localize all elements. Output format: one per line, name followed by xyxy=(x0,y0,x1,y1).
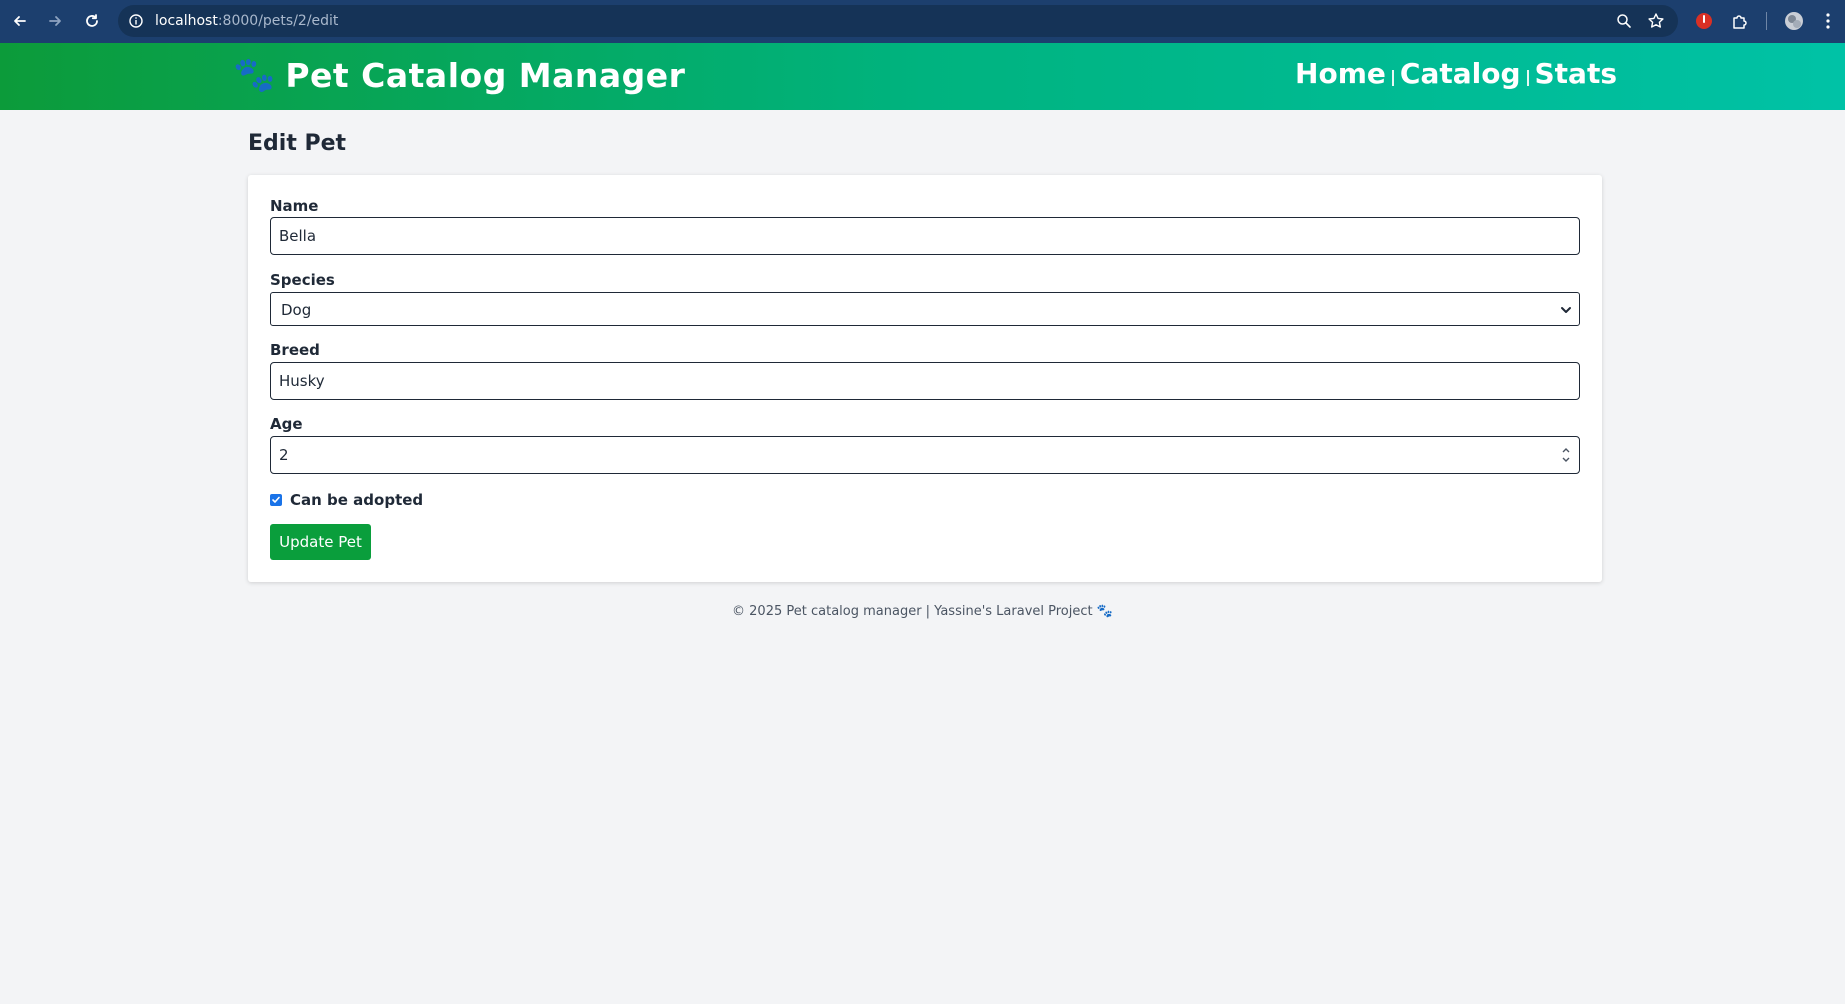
nav-divider xyxy=(1391,69,1394,86)
adoptable-label: Can be adopted xyxy=(290,491,424,509)
url-path: :8000/pets/2/edit xyxy=(217,13,339,29)
site-info-icon[interactable] xyxy=(128,13,144,29)
back-icon[interactable] xyxy=(8,9,32,33)
update-pet-button[interactable]: Update Pet xyxy=(270,524,371,560)
species-label: Species xyxy=(270,271,335,289)
toolbar-divider xyxy=(1766,12,1767,30)
adoptable-row: Can be adopted xyxy=(270,491,423,509)
extensions-puzzle-icon[interactable] xyxy=(1728,9,1752,33)
age-value: 2 xyxy=(279,446,289,464)
breed-label: Breed xyxy=(270,341,320,359)
brand[interactable]: 🐾 Pet Catalog Manager xyxy=(233,55,685,95)
nav-stats-link[interactable]: Stats xyxy=(1535,57,1618,90)
footer-text: © 2025 Pet catalog manager | Yassine's L… xyxy=(732,604,1093,619)
age-input[interactable]: 2 xyxy=(270,436,1580,474)
footer: © 2025 Pet catalog manager | Yassine's L… xyxy=(0,604,1845,619)
browser-menu-icon[interactable] xyxy=(1816,9,1840,33)
age-label: Age xyxy=(270,415,303,433)
adoptable-checkbox[interactable] xyxy=(270,494,282,506)
name-input[interactable] xyxy=(270,217,1580,255)
paw-icon: 🐾 xyxy=(233,55,276,95)
chevron-down-icon xyxy=(1559,302,1573,316)
species-select[interactable]: Dog xyxy=(270,292,1580,326)
address-bar[interactable]: localhost:8000/pets/2/edit xyxy=(118,5,1678,37)
paw-icon: 🐾 xyxy=(1096,604,1113,619)
brand-title: Pet Catalog Manager xyxy=(285,55,686,95)
top-nav: Home Catalog Stats xyxy=(1295,57,1617,90)
nav-home-link[interactable]: Home xyxy=(1295,57,1386,90)
forward-icon[interactable] xyxy=(43,9,67,33)
bookmark-star-icon[interactable] xyxy=(1647,12,1665,30)
profile-avatar-icon[interactable] xyxy=(1782,9,1806,33)
site-header: 🐾 Pet Catalog Manager Home Catalog Stats xyxy=(0,43,1845,110)
url-text: localhost:8000/pets/2/edit xyxy=(155,13,338,29)
reload-icon[interactable] xyxy=(80,9,104,33)
species-selected-value: Dog xyxy=(281,301,312,319)
browser-toolbar: localhost:8000/pets/2/edit xyxy=(0,0,1845,43)
breed-input[interactable] xyxy=(270,362,1580,400)
nav-catalog-link[interactable]: Catalog xyxy=(1400,57,1521,90)
nav-divider xyxy=(1526,69,1529,86)
number-spinner-icon[interactable] xyxy=(1561,444,1571,466)
page-title: Edit Pet xyxy=(248,131,347,156)
edit-pet-form: Name Species Dog Breed Age 2 Can be adop… xyxy=(248,175,1602,582)
url-host: localhost xyxy=(155,13,218,29)
zoom-icon[interactable] xyxy=(1616,13,1632,29)
name-label: Name xyxy=(270,197,319,215)
extension-red-icon[interactable] xyxy=(1692,9,1716,33)
